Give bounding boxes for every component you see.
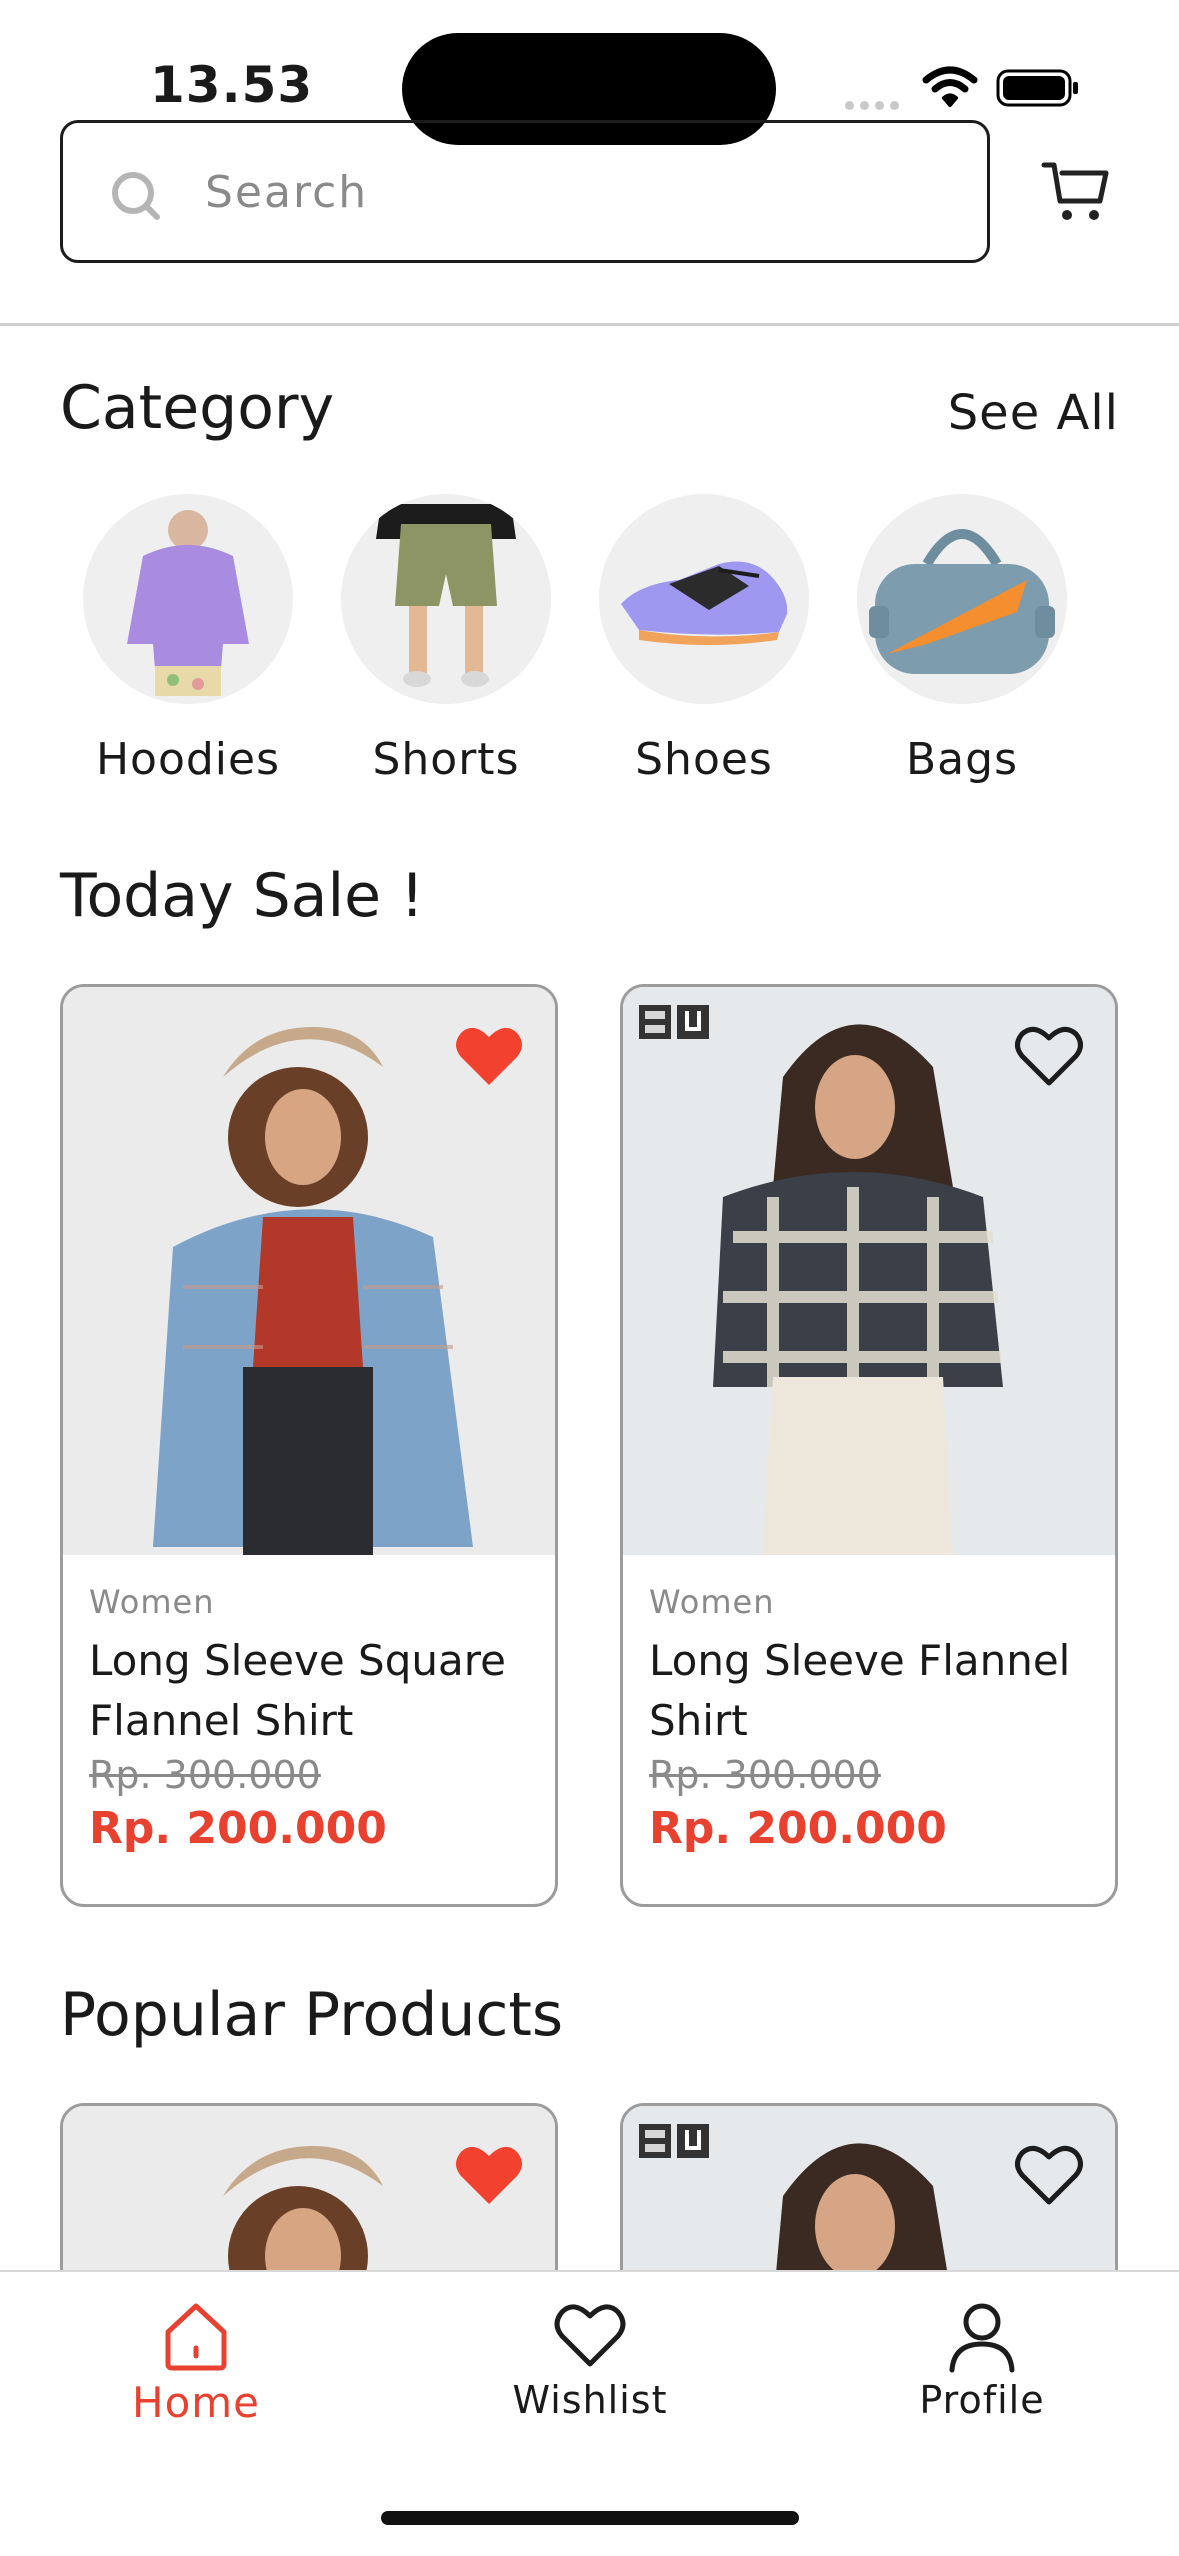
category-label: Shoes [635, 734, 773, 785]
product-category: Women [649, 1583, 775, 1621]
shorts-image [341, 494, 551, 704]
status-time: 13.53 [150, 56, 314, 114]
home-indicator [381, 2511, 799, 2525]
user-icon [949, 2303, 1015, 2373]
wifi-icon [922, 66, 978, 107]
product-name: Long Sleeve Flannel Shirt [649, 1636, 1071, 1745]
category-label: Hoodies [95, 734, 281, 785]
header-divider [0, 323, 1179, 326]
nav-item-wishlist[interactable]: Wishlist [470, 2298, 710, 2422]
brand-logo [639, 1005, 709, 1039]
heart-icon [554, 2304, 626, 2367]
product-card[interactable]: Women Long Sleeve Flannel Shirt Rp. 300.… [620, 984, 1118, 1907]
signal-icon [845, 95, 905, 110]
nav-label: Wishlist [512, 2378, 668, 2422]
category-label: Shorts [372, 734, 520, 785]
bag-image [857, 494, 1067, 704]
nav-label: Home [131, 2378, 261, 2427]
category-label: Bags [905, 734, 1018, 785]
product-price: Rp. 200.000 [649, 1803, 947, 1854]
category-item-hoodies[interactable]: Hoodies [58, 494, 318, 785]
product-image [623, 987, 1115, 1555]
heart-outline-icon[interactable] [1013, 1023, 1085, 1089]
popular-products-title: Popular Products [60, 1980, 564, 2050]
product-price: Rp. 200.000 [89, 1803, 387, 1854]
product-old-price: Rp. 300.000 [649, 1753, 881, 1797]
heart-filled-icon[interactable] [453, 1023, 525, 1089]
today-sale-title: Today Sale ! [60, 861, 425, 931]
search-input[interactable]: Search [60, 120, 990, 263]
search-icon [112, 172, 160, 220]
nav-item-home[interactable]: Home [76, 2298, 316, 2427]
product-old-price: Rp. 300.000 [89, 1753, 321, 1797]
product-name: Long Sleeve Square Flannel Shirt [89, 1636, 506, 1745]
shoe-image [599, 494, 809, 704]
category-item-shoes[interactable]: Shoes [574, 494, 834, 785]
category-title: Category [60, 373, 335, 443]
category-item-shorts[interactable]: Shorts [316, 494, 576, 785]
see-all-link[interactable]: See All [948, 385, 1119, 441]
nav-item-profile[interactable]: Profile [862, 2298, 1102, 2422]
brand-logo [639, 2124, 709, 2158]
product-image [63, 987, 555, 1555]
search-placeholder: Search [205, 167, 369, 218]
cart-icon[interactable] [1040, 155, 1114, 229]
heart-filled-icon[interactable] [453, 2142, 525, 2208]
nav-label: Profile [919, 2378, 1045, 2422]
category-item-bags[interactable]: Bags [832, 494, 1092, 785]
product-category: Women [89, 1583, 215, 1621]
product-card[interactable]: Women Long Sleeve Square Flannel Shirt R… [60, 984, 558, 1907]
battery-icon [996, 69, 1078, 107]
home-icon [165, 2303, 227, 2371]
heart-outline-icon[interactable] [1013, 2142, 1085, 2208]
hoodie-image [83, 494, 293, 704]
